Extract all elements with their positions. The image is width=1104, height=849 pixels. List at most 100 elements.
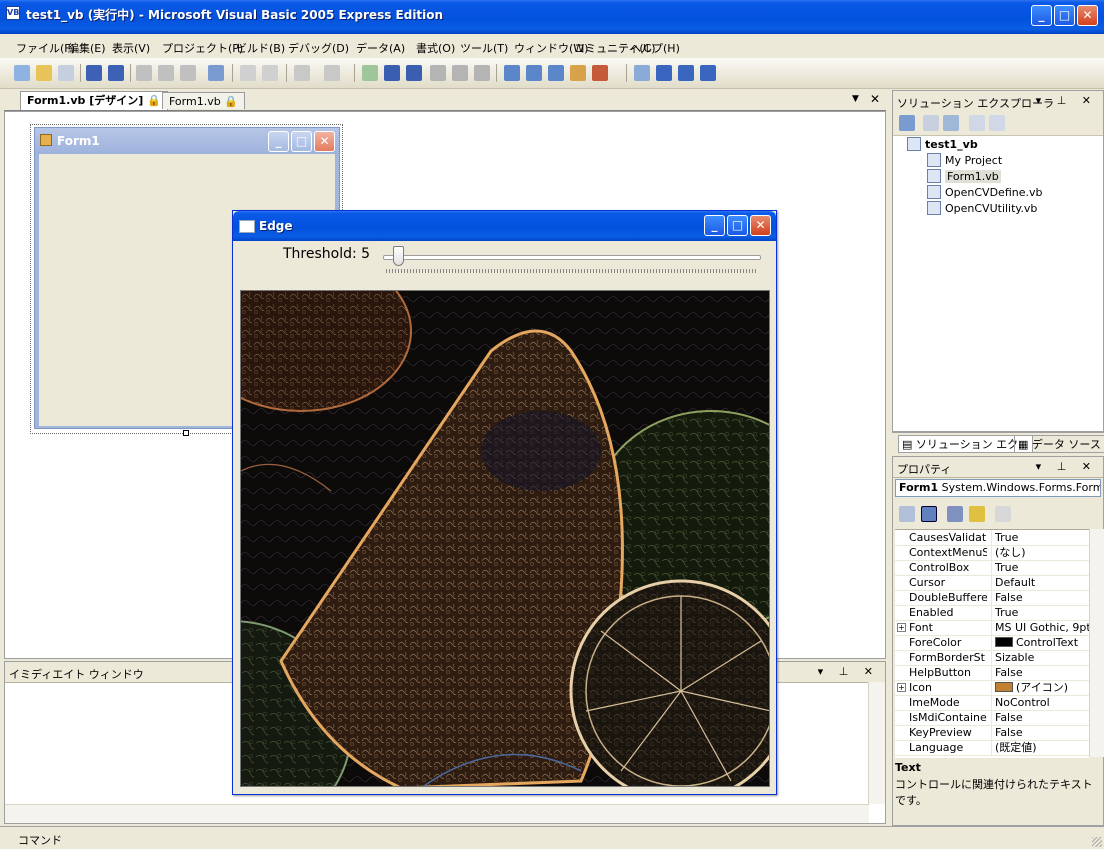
edge-maximize-button[interactable]: □: [727, 215, 748, 236]
menu-item-1[interactable]: 編集(E): [68, 40, 106, 56]
property-value[interactable]: (既定値): [991, 740, 1089, 755]
categorized-icon[interactable]: [899, 506, 915, 522]
properties-icon[interactable]: [899, 115, 915, 131]
open-file-icon[interactable]: [36, 65, 52, 81]
form1-close-button[interactable]: ✕: [314, 131, 335, 152]
paste-icon[interactable]: [180, 65, 196, 81]
tab-data-source[interactable]: ▦ データ ソース: [1014, 435, 1104, 453]
property-value[interactable]: False: [991, 590, 1089, 605]
property-grid-scrollbar[interactable]: [1089, 529, 1104, 757]
tab-close-icon[interactable]: ✕: [870, 92, 880, 106]
edge-title-bar[interactable]: Edge _ □ ✕: [233, 211, 776, 241]
property-row[interactable]: FormBorderSt Sizable: [895, 650, 1089, 666]
minimize-button[interactable]: _: [1031, 5, 1052, 26]
tree-item-my-project[interactable]: My Project: [927, 153, 1002, 167]
menu-item-2[interactable]: 表示(V): [112, 40, 150, 56]
edge-close-button[interactable]: ✕: [750, 215, 771, 236]
menu-item-8[interactable]: ツール(T): [460, 40, 508, 56]
tree-item-form1[interactable]: Form1.vb: [927, 169, 1001, 183]
size-grip-icon[interactable]: [1092, 837, 1102, 847]
main-title-bar[interactable]: VB test1_vb (実行中) - Microsoft Visual Bas…: [0, 0, 1104, 34]
start-debug-icon[interactable]: [362, 65, 378, 81]
solution-explorer-icon[interactable]: [504, 65, 520, 81]
menu-item-4[interactable]: ビルド(B): [236, 40, 285, 56]
start-page-icon[interactable]: [592, 65, 608, 81]
edge-minimize-button[interactable]: _: [704, 215, 725, 236]
property-row[interactable]: HelpButton False: [895, 665, 1089, 681]
events-icon[interactable]: [969, 506, 985, 522]
refresh-icon[interactable]: [943, 115, 959, 131]
comment-icon[interactable]: [240, 65, 256, 81]
cut-icon[interactable]: [136, 65, 152, 81]
property-row[interactable]: ForeColor ControlText: [895, 635, 1089, 651]
edge-window[interactable]: Edge _ □ ✕ Threshold: 5: [232, 210, 777, 795]
find-icon[interactable]: [208, 65, 224, 81]
window-icon[interactable]: [700, 65, 716, 81]
menu-item-7[interactable]: 書式(O): [416, 40, 455, 56]
property-value[interactable]: True: [991, 605, 1089, 620]
toolbox-icon[interactable]: [570, 65, 586, 81]
threshold-slider-track[interactable]: [383, 255, 761, 260]
menu-item-0[interactable]: ファイル(F): [16, 40, 75, 56]
property-row[interactable]: Language (既定値): [895, 740, 1089, 756]
panel-controls[interactable]: ▾ ⊥ ✕: [1036, 94, 1097, 107]
expand-icon[interactable]: +: [897, 623, 906, 632]
threshold-slider-thumb[interactable]: [393, 246, 404, 266]
new-project-icon[interactable]: [14, 65, 30, 81]
menu-item-5[interactable]: デバッグ(D): [288, 40, 349, 56]
property-row[interactable]: ControlBox True: [895, 560, 1089, 576]
save-icon[interactable]: [86, 65, 102, 81]
object-selector[interactable]: Form1 System.Windows.Forms.Form: [895, 479, 1101, 497]
tab-solution-explorer[interactable]: ▤ ソリューション エク...: [898, 435, 1033, 453]
menu-item-6[interactable]: データ(A): [356, 40, 405, 56]
show-all-files-icon[interactable]: [923, 115, 939, 131]
property-row[interactable]: ImeMode NoControl: [895, 695, 1089, 711]
step-out-icon[interactable]: [474, 65, 490, 81]
properties-panel[interactable]: プロパティ ▾ ⊥ ✕ Form1 System.Windows.Forms.F…: [892, 456, 1104, 826]
stop-icon[interactable]: [406, 65, 422, 81]
tab-form1-design[interactable]: Form1.vb [デザイン] 🔒: [20, 91, 168, 110]
tab-form1-code[interactable]: Form1.vb 🔒: [162, 92, 245, 109]
object-browser-icon[interactable]: [548, 65, 564, 81]
add-item-icon[interactable]: [58, 65, 74, 81]
property-value[interactable]: (なし): [991, 545, 1089, 560]
align-icon[interactable]: [634, 65, 650, 81]
expand-icon[interactable]: +: [897, 683, 906, 692]
form1-title-bar[interactable]: Form1 _ □ ✕: [35, 128, 339, 154]
property-value[interactable]: NoControl: [991, 695, 1089, 710]
property-value[interactable]: True: [991, 530, 1089, 545]
alphabetical-icon[interactable]: [921, 506, 937, 522]
property-value[interactable]: False: [991, 710, 1089, 725]
form1-minimize-button[interactable]: _: [268, 131, 289, 152]
property-row[interactable]: ContextMenuS (なし): [895, 545, 1089, 561]
step-into-icon[interactable]: [430, 65, 446, 81]
property-row[interactable]: CausesValidat True: [895, 530, 1089, 546]
resize-handle[interactable]: [183, 430, 189, 436]
layout-icon[interactable]: [656, 65, 672, 81]
property-value[interactable]: Sizable: [991, 650, 1089, 665]
property-row[interactable]: DoubleBuffere False: [895, 590, 1089, 606]
property-value[interactable]: False: [991, 665, 1089, 680]
immediate-vertical-scrollbar[interactable]: [868, 682, 885, 804]
form1-maximize-button[interactable]: □: [291, 131, 312, 152]
properties-icon[interactable]: [526, 65, 542, 81]
menu-item-3[interactable]: プロジェクト(P): [162, 40, 243, 56]
property-value[interactable]: False: [991, 725, 1089, 740]
property-value[interactable]: MS UI Gothic, 9pt: [991, 620, 1089, 635]
step-over-icon[interactable]: [452, 65, 468, 81]
property-row[interactable]: + Icon (アイコン): [895, 680, 1089, 696]
tree-item-opencvutility[interactable]: OpenCVUtility.vb: [927, 201, 1037, 215]
format-icon[interactable]: [678, 65, 694, 81]
redo-icon[interactable]: [324, 65, 340, 81]
view-designer-icon[interactable]: [989, 115, 1005, 131]
vb-app-icon[interactable]: VB: [6, 6, 20, 20]
property-row[interactable]: Enabled True: [895, 605, 1089, 621]
property-row[interactable]: + Font MS UI Gothic, 9pt: [895, 620, 1089, 636]
property-pages-icon[interactable]: [995, 506, 1011, 522]
menu-item-11[interactable]: ヘルプ(H): [630, 40, 680, 56]
save-all-icon[interactable]: [108, 65, 124, 81]
solution-explorer-panel[interactable]: ソリューション エクスプローラ ▾ ⊥ ✕ test1_vb My Projec…: [892, 90, 1104, 432]
uncomment-icon[interactable]: [262, 65, 278, 81]
undo-icon[interactable]: [294, 65, 310, 81]
properties-view-icon[interactable]: [947, 506, 963, 522]
